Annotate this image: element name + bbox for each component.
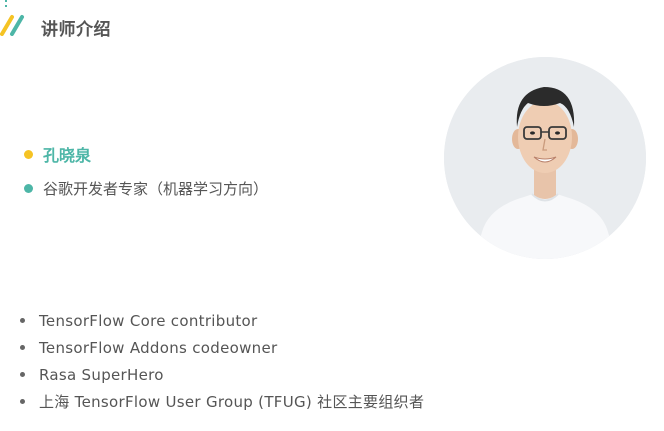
speaker-role-row: 谷歌开发者专家（机器学习方向） — [24, 177, 268, 199]
bullet-icon — [20, 372, 25, 377]
teal-dot-icon — [24, 183, 33, 193]
speaker-name: 孔晓泉 — [43, 146, 92, 165]
yellow-dot-icon — [24, 149, 33, 159]
list-item: 上海 TensorFlow User Group (TFUG) 社区主要组织者 — [18, 388, 424, 415]
achievement-text: TensorFlow Core contributor — [39, 311, 258, 330]
list-item: Rasa SuperHero — [18, 361, 424, 388]
bullet-icon — [20, 399, 25, 404]
speaker-photo-illustration — [444, 57, 646, 259]
achievement-text: TensorFlow Addons codeowner — [39, 338, 278, 357]
list-item: TensorFlow Core contributor — [18, 307, 424, 334]
double-slash-icon — [0, 15, 24, 36]
achievement-list: TensorFlow Core contributor TensorFlow A… — [18, 307, 424, 415]
bullet-icon — [20, 318, 25, 323]
speaker-photo — [444, 57, 646, 259]
list-item: TensorFlow Addons codeowner — [18, 334, 424, 361]
decorative-dots — [5, 0, 8, 8]
speaker-role: 谷歌开发者专家（机器学习方向） — [43, 179, 269, 198]
speaker-name-row: 孔晓泉 — [24, 143, 91, 165]
achievement-text: Rasa SuperHero — [39, 365, 164, 384]
achievement-text: 上海 TensorFlow User Group (TFUG) 社区主要组织者 — [39, 393, 425, 411]
section-title: 讲师介绍 — [41, 20, 111, 40]
bullet-icon — [20, 345, 25, 350]
speaker-intro-slide: 讲师介绍 孔晓泉 谷歌开发者专家（机器学习方向） TensorFlow Core… — [0, 0, 664, 431]
